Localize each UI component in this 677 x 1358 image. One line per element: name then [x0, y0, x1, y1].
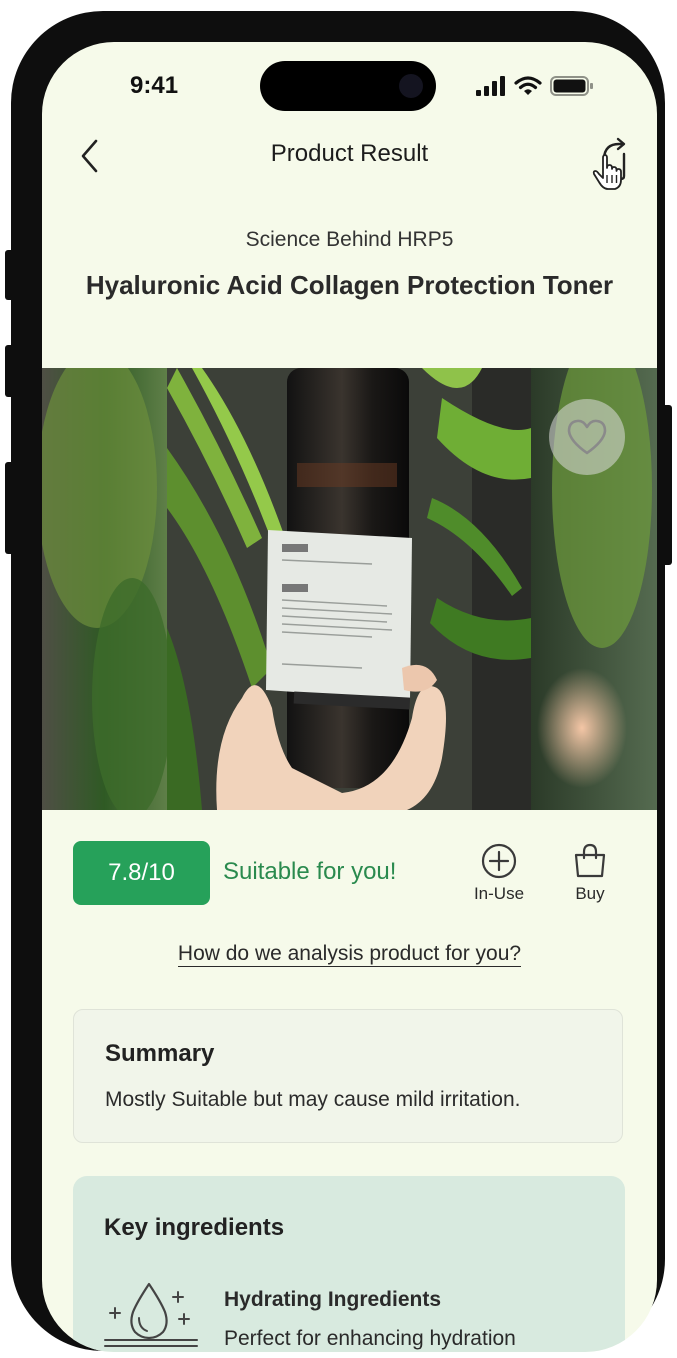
- share-icon[interactable]: [584, 136, 634, 192]
- shopping-bag-icon: [574, 843, 606, 878]
- ingredient-name: Hydrating Ingredients: [224, 1288, 442, 1311]
- page-title: Product Result: [270, 140, 429, 167]
- key-ingredients-card: Key ingredients Hydrating Ingredients Pe…: [73, 1176, 625, 1352]
- analysis-info-link[interactable]: How do we analysis product for you?: [42, 942, 657, 967]
- signal-icon: [476, 76, 505, 96]
- status-time: 9:41: [130, 72, 179, 99]
- in-use-label: In-Use: [473, 884, 525, 903]
- product-subtitle: Science Behind HRP5: [245, 228, 454, 251]
- buy-label: Buy: [575, 884, 605, 903]
- suitability-text: Suitable for you!: [223, 858, 397, 885]
- app-screen: 9:41 Product Result Science Behind HRP5 …: [42, 42, 657, 1352]
- summary-title: Summary: [105, 1040, 215, 1067]
- summary-text: Mostly Suitable but may cause mild irrit…: [105, 1088, 521, 1111]
- favorite-button[interactable]: [549, 399, 625, 475]
- camera-icon: [399, 74, 423, 98]
- analysis-info-text: How do we analysis product for you?: [177, 942, 522, 967]
- status-icons: [476, 75, 594, 97]
- phone-frame: 9:41 Product Result Science Behind HRP5 …: [11, 11, 665, 1352]
- buy-button[interactable]: Buy: [562, 842, 618, 904]
- key-ingredients-title: Key ingredients: [104, 1214, 285, 1241]
- score-badge: 7.8/10: [73, 841, 210, 905]
- wifi-icon: [514, 76, 542, 95]
- water-drop-icon: [104, 1282, 198, 1347]
- battery-icon: [550, 76, 593, 96]
- plus-circle-icon: [481, 843, 517, 879]
- ingredient-desc: Perfect for enhancing hydration: [224, 1327, 516, 1350]
- heart-icon: [567, 419, 607, 455]
- summary-card: Summary Mostly Suitable but may cause mi…: [73, 1009, 623, 1143]
- product-name: Hyaluronic Acid Collagen Protection Tone…: [85, 270, 614, 300]
- in-use-button[interactable]: In-Use: [466, 842, 532, 904]
